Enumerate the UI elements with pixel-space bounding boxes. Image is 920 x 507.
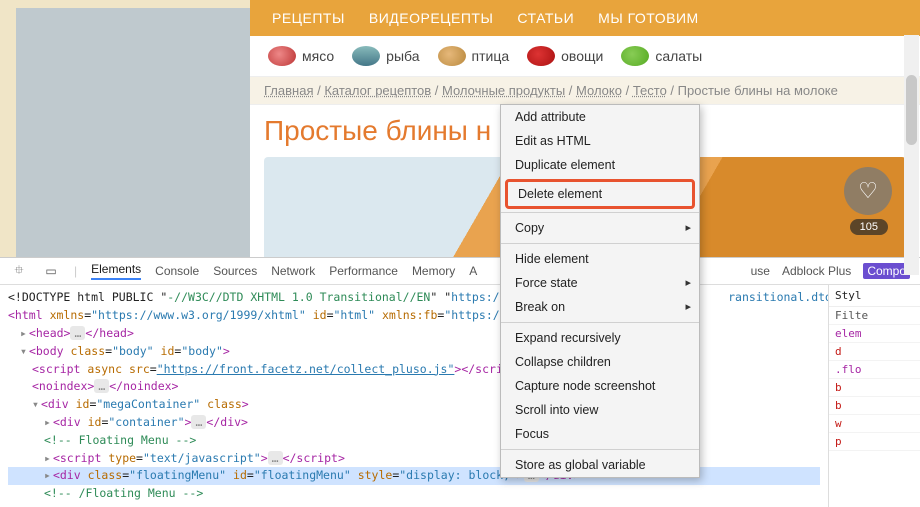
context-menu-item[interactable]: Copy [501, 216, 699, 240]
bc-link[interactable]: Главная [264, 83, 313, 98]
inspect-icon[interactable]: ⯐ [10, 262, 28, 280]
device-icon[interactable]: ▭ [42, 262, 60, 280]
nav-tabs: РЕЦЕПТЫ ВИДЕОРЕЦЕПТЫ СТАТЬИ МЫ ГОТОВИМ [250, 0, 920, 36]
bc-link[interactable]: Молочные продукты [442, 83, 565, 98]
context-menu-item[interactable]: Collapse children [501, 350, 699, 374]
devtab-elements[interactable]: Elements [91, 262, 141, 280]
context-menu-item[interactable]: Store as global variable [501, 453, 699, 477]
devtab-sources[interactable]: Sources [213, 264, 257, 278]
context-menu-item[interactable]: Expand recursively [501, 326, 699, 350]
context-menu-item[interactable]: Hide element [501, 247, 699, 271]
devtools-panel: ⯐ ▭ | Elements Console Sources Network P… [0, 257, 920, 507]
scrollbar-thumb[interactable] [906, 75, 917, 145]
context-menu-item[interactable]: Capture node screenshot [501, 374, 699, 398]
context-menu-item[interactable]: Focus [501, 422, 699, 446]
veg-icon [527, 46, 555, 66]
context-menu-item[interactable]: Scroll into view [501, 398, 699, 422]
devtab-right[interactable]: use [751, 264, 770, 278]
favorite-count: 105 [850, 219, 888, 235]
tab-video[interactable]: ВИДЕОРЕЦЕПТЫ [369, 10, 494, 26]
sidebar: Горячие блюда Спагетти Каши Котлеты Варе… [0, 0, 250, 257]
context-menu-item[interactable]: Duplicate element [501, 153, 699, 177]
devtools-tabs: ⯐ ▭ | Elements Console Sources Network P… [0, 258, 920, 285]
context-menu-item[interactable]: Break on [501, 295, 699, 319]
tab-articles[interactable]: СТАТЬИ [517, 10, 574, 26]
devtab-adblock[interactable]: Adblock Plus [782, 264, 851, 278]
styles-tab[interactable]: Styl [829, 285, 920, 307]
devtab-cut[interactable]: A [469, 264, 477, 278]
fish-icon [352, 46, 380, 66]
context-menu[interactable]: Add attributeEdit as HTMLDuplicate eleme… [500, 104, 700, 478]
devtab-compo[interactable]: Compo [863, 263, 910, 279]
favorite-button[interactable]: ♡ [844, 167, 892, 215]
category-row: мясо рыба птица овощи салаты [250, 36, 920, 77]
dom-tree[interactable]: <!DOCTYPE html PUBLIC "-//W3C//DTD XHTML… [0, 285, 828, 507]
tab-recipes[interactable]: РЕЦЕПТЫ [272, 10, 345, 26]
devtab-memory[interactable]: Memory [412, 264, 455, 278]
context-menu-item[interactable]: Add attribute [501, 105, 699, 129]
cat-fish[interactable]: рыба [352, 46, 419, 66]
context-menu-delete-element[interactable]: Delete element [508, 182, 692, 206]
cat-meat[interactable]: мясо [268, 46, 334, 66]
styles-pane[interactable]: Styl Filte elem d .flo b b w p [828, 285, 920, 507]
context-menu-item[interactable]: Force state [501, 271, 699, 295]
bc-link[interactable]: Молоко [576, 83, 622, 98]
devtab-network[interactable]: Network [271, 264, 315, 278]
tab-cooking[interactable]: МЫ ГОТОВИМ [598, 10, 699, 26]
bc-link[interactable]: Тесто [633, 83, 667, 98]
breadcrumb: Главная / Каталог рецептов / Молочные пр… [250, 77, 920, 105]
styles-filter[interactable]: Filte [829, 307, 920, 325]
scrollbar[interactable] [904, 35, 919, 275]
cat-veg[interactable]: овощи [527, 46, 603, 66]
bc-current: Простые блины на молоке [678, 83, 838, 98]
devtab-console[interactable]: Console [155, 264, 199, 278]
cat-salad[interactable]: салаты [621, 46, 702, 66]
salad-icon [621, 46, 649, 66]
meat-icon [268, 46, 296, 66]
inspect-highlight [16, 8, 250, 257]
heart-icon: ♡ [858, 178, 878, 204]
bc-link[interactable]: Каталог рецептов [324, 83, 431, 98]
devtab-performance[interactable]: Performance [329, 264, 398, 278]
bird-icon [438, 46, 466, 66]
cat-bird[interactable]: птица [438, 46, 510, 66]
context-menu-item[interactable]: Edit as HTML [501, 129, 699, 153]
